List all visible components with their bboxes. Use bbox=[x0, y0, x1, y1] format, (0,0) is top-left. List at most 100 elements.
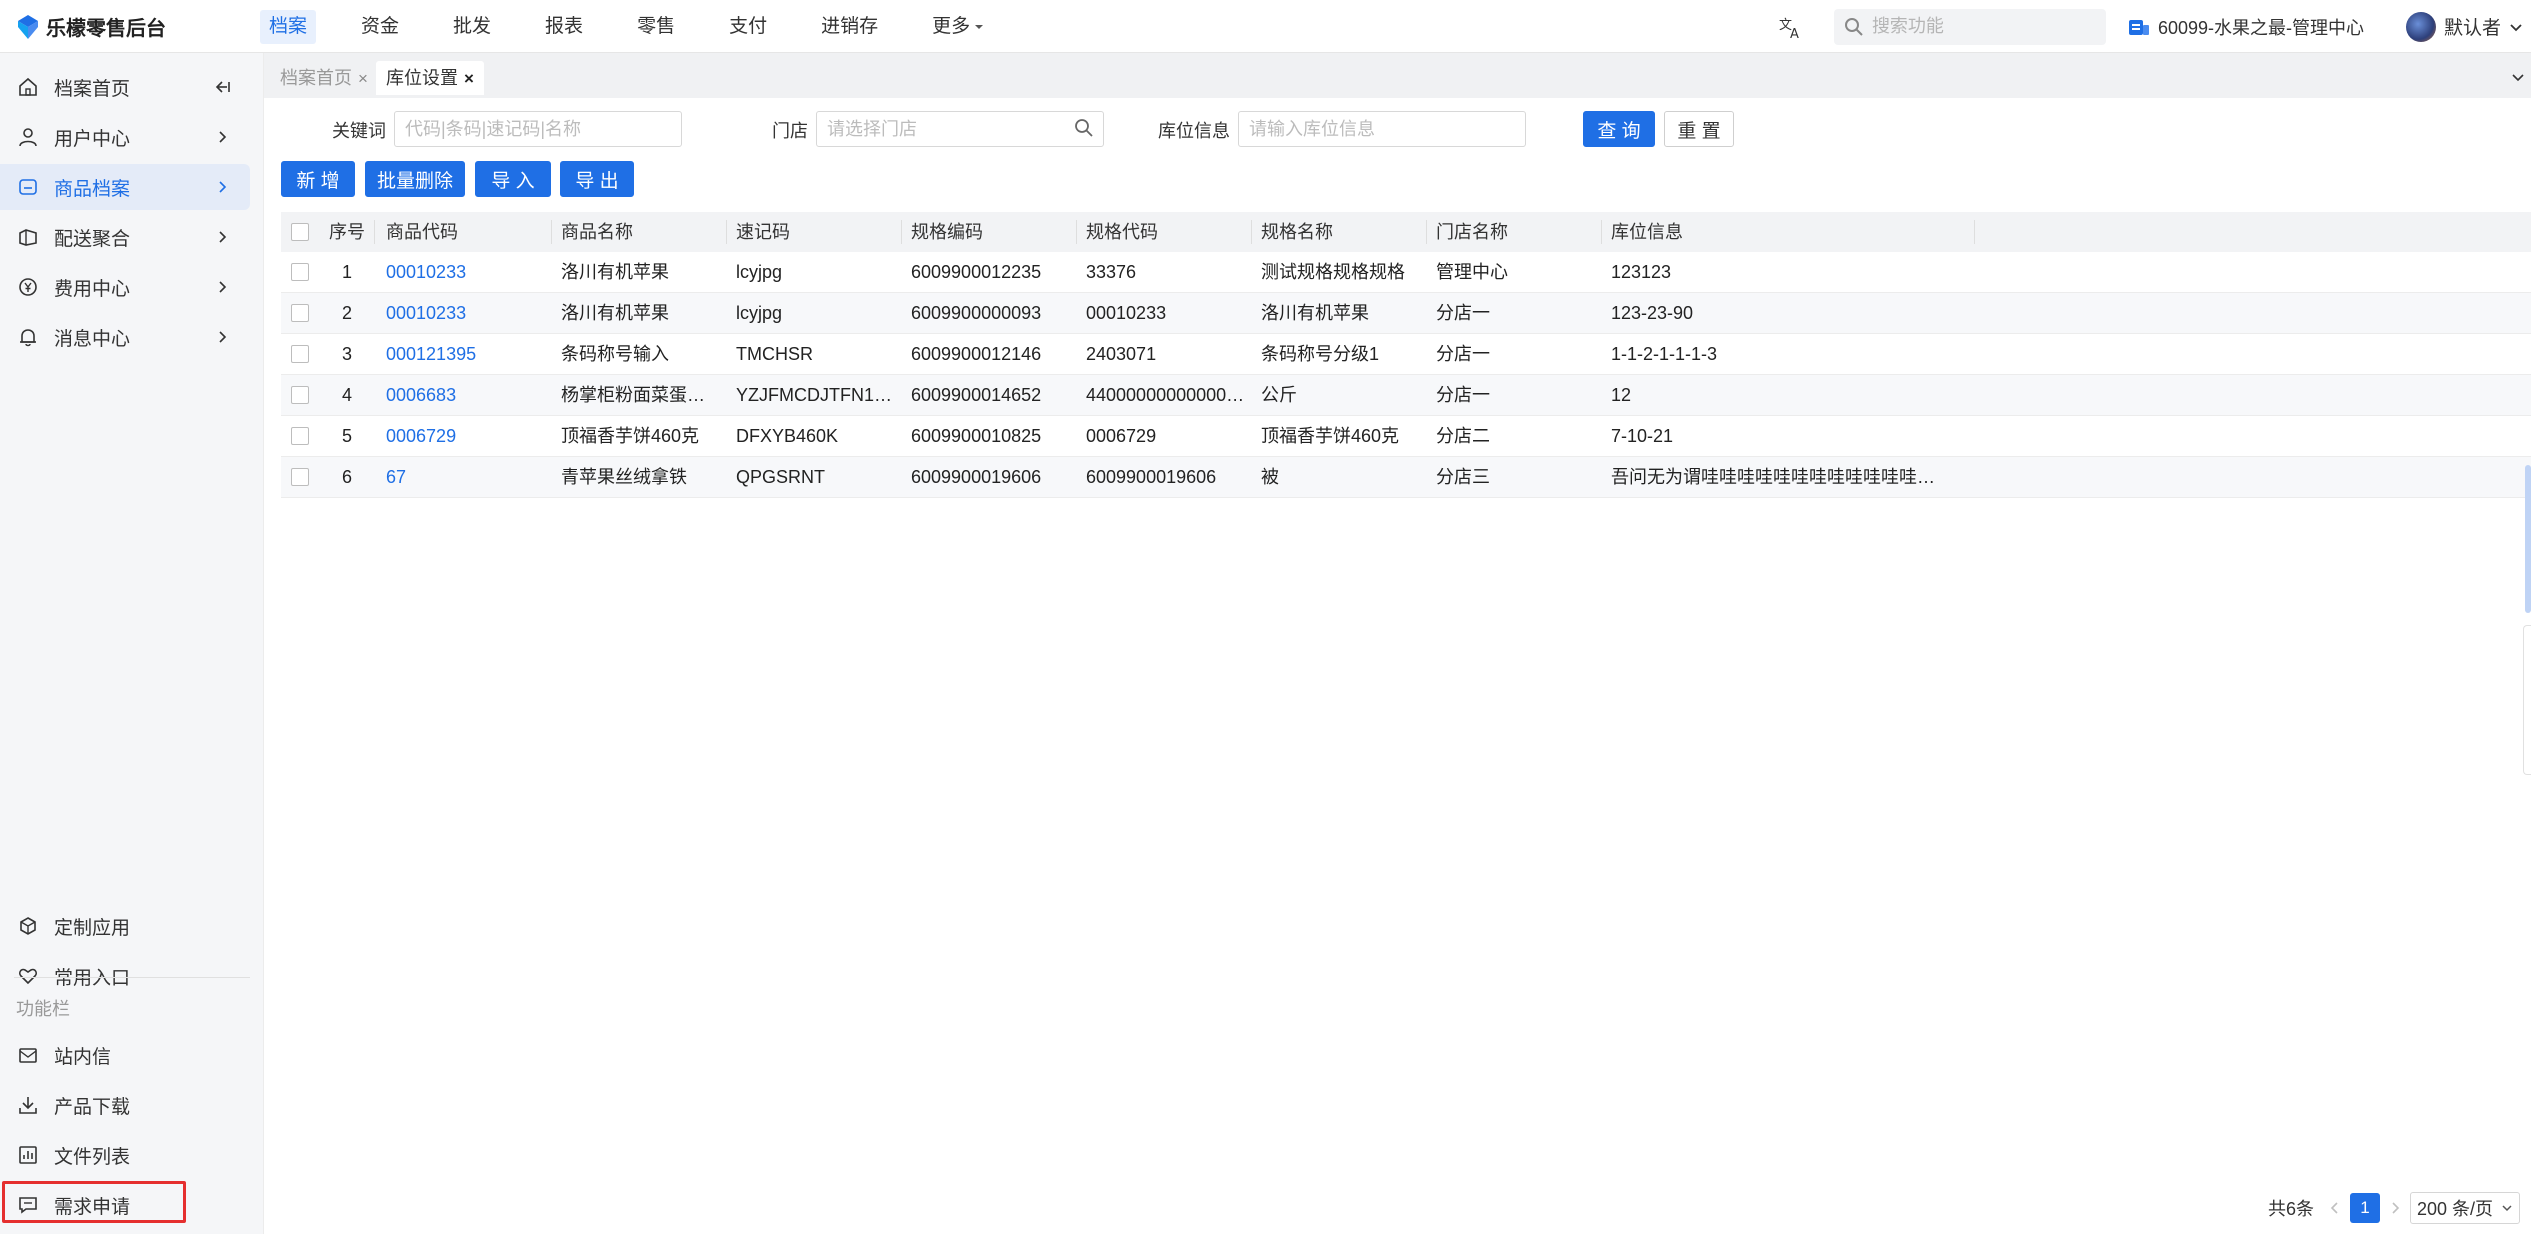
next-page-icon[interactable] bbox=[2388, 1201, 2402, 1215]
export-button[interactable]: 导 出 bbox=[560, 161, 634, 197]
cell-index: 6 bbox=[341, 467, 352, 487]
bell-icon bbox=[18, 327, 38, 347]
store-selector[interactable]: 60099-水果之最-管理中心 bbox=[2128, 14, 2364, 40]
select-all-checkbox[interactable] bbox=[291, 223, 309, 241]
chevron-right-icon bbox=[212, 177, 232, 197]
nav-wholesale[interactable]: 批发 bbox=[444, 10, 500, 44]
nav-more[interactable]: 更多 bbox=[923, 10, 994, 44]
column-divider bbox=[1426, 220, 1427, 244]
column-divider bbox=[551, 220, 552, 244]
sidebar-item-request[interactable]: 需求申请 bbox=[0, 1182, 250, 1228]
row-checkbox[interactable] bbox=[291, 345, 309, 363]
cell-spec-name: 测试规格规格规格 bbox=[1261, 262, 1405, 282]
nav-payment[interactable]: 支付 bbox=[720, 10, 776, 44]
sidebar-item-archive-home[interactable]: 档案首页 bbox=[0, 64, 250, 110]
column-header: 规格名称 bbox=[1261, 222, 1333, 242]
column-divider bbox=[1974, 220, 1975, 244]
nav-archive[interactable]: 档案 bbox=[260, 10, 317, 44]
table-row[interactable]: 6 67 青苹果丝绒拿铁 QPGSRNT 6009900019606 60099… bbox=[281, 457, 2531, 498]
column-divider bbox=[1076, 220, 1077, 244]
nav-retail[interactable]: 零售 bbox=[628, 10, 684, 44]
sidebar-item-custom-apps[interactable]: 定制应用 bbox=[0, 903, 250, 949]
nav-inventory[interactable]: 进销存 bbox=[812, 10, 887, 44]
sidebar-item-label: 档案首页 bbox=[54, 78, 131, 100]
yen-icon bbox=[18, 277, 38, 297]
batch-delete-button[interactable]: 批量删除 bbox=[365, 161, 465, 197]
prev-page-icon[interactable] bbox=[2328, 1201, 2342, 1215]
sidebar-item-inbox[interactable]: 站内信 bbox=[0, 1032, 250, 1078]
column-header: 规格编码 bbox=[911, 222, 983, 242]
column-divider bbox=[374, 220, 375, 244]
page-size-select[interactable]: 200 条/页 bbox=[2410, 1192, 2521, 1224]
cell-spec-barcode: 6009900010825 bbox=[911, 426, 1042, 446]
cell-product-code[interactable]: 0006729 bbox=[386, 416, 546, 456]
tab-location-settings[interactable]: 库位设置 × bbox=[376, 61, 484, 95]
nav-reports[interactable]: 报表 bbox=[536, 10, 592, 44]
query-button[interactable]: 查 询 bbox=[1583, 111, 1655, 147]
cell-product-name: 顶福香芋饼460克 bbox=[561, 426, 700, 446]
tab-archive-home[interactable]: 档案首页 × bbox=[270, 61, 378, 95]
cell-spec-name: 被 bbox=[1261, 467, 1279, 487]
search-icon[interactable] bbox=[1074, 118, 1094, 138]
close-icon[interactable]: × bbox=[358, 69, 368, 88]
table-row[interactable]: 4 0006683 杨掌柜粉面菜蛋… YZJFMCDJTFN1… 6009900… bbox=[281, 375, 2531, 416]
cell-spec-name: 顶福香芋饼460克 bbox=[1261, 426, 1400, 446]
sidebar-item-file-list[interactable]: 文件列表 bbox=[0, 1132, 250, 1178]
vertical-scrollbar[interactable] bbox=[2525, 465, 2531, 613]
sidebar-item-user-center[interactable]: 用户中心 bbox=[0, 114, 250, 160]
location-label: 库位信息 bbox=[1158, 121, 1230, 141]
cell-product-code[interactable]: 000121395 bbox=[386, 334, 546, 374]
cell-index: 3 bbox=[341, 344, 352, 364]
function-search[interactable] bbox=[1833, 8, 2106, 45]
sidebar-item-delivery[interactable]: 配送聚合 bbox=[0, 214, 250, 260]
side-panel-handle[interactable] bbox=[2523, 625, 2531, 775]
cell-product-code[interactable]: 0006683 bbox=[386, 375, 546, 415]
sidebar-item-message-center[interactable]: 消息中心 bbox=[0, 314, 250, 360]
import-button[interactable]: 导 入 bbox=[475, 161, 551, 197]
table-row[interactable]: 5 0006729 顶福香芋饼460克 DFXYB460K 6009900010… bbox=[281, 416, 2531, 457]
cell-location: 123-23-90 bbox=[1611, 303, 1694, 323]
location-input[interactable] bbox=[1238, 111, 1526, 147]
search-input[interactable] bbox=[1871, 16, 2092, 37]
column-divider bbox=[1251, 220, 1252, 244]
sidebar-item-fee-center[interactable]: 费用中心 bbox=[0, 264, 250, 310]
collapse-icon[interactable] bbox=[212, 77, 232, 97]
sidebar-item-label: 文件列表 bbox=[54, 1146, 131, 1168]
sidebar-item-product-download[interactable]: 产品下载 bbox=[0, 1082, 250, 1128]
cell-product-code[interactable]: 67 bbox=[386, 457, 546, 497]
translate-icon[interactable]: 文A bbox=[1776, 12, 1806, 42]
add-button[interactable]: 新 增 bbox=[281, 161, 355, 197]
cell-store-name: 分店一 bbox=[1436, 303, 1490, 323]
row-checkbox[interactable] bbox=[291, 427, 309, 445]
cell-product-code[interactable]: 00010233 bbox=[386, 252, 546, 292]
cell-shortcode: DFXYB460K bbox=[736, 426, 839, 446]
nav-funds[interactable]: 资金 bbox=[352, 10, 408, 44]
user-menu[interactable]: 默认者 bbox=[2405, 11, 2523, 42]
table-row[interactable]: 1 00010233 洛川有机苹果 lcyjpg 6009900012235 3… bbox=[281, 252, 2531, 293]
store-select[interactable] bbox=[816, 111, 1104, 147]
cell-store-name: 分店三 bbox=[1436, 467, 1490, 487]
top-nav: 档案 资金 批发 报表 零售 支付 进销存 更多 bbox=[260, 10, 1030, 44]
reset-button[interactable]: 重 置 bbox=[1664, 111, 1734, 147]
sidebar-item-label: 配送聚合 bbox=[54, 228, 131, 250]
keyword-input[interactable] bbox=[394, 111, 682, 147]
row-checkbox[interactable] bbox=[291, 468, 309, 486]
cell-index: 2 bbox=[341, 303, 352, 323]
row-checkbox[interactable] bbox=[291, 304, 309, 322]
cell-spec-code: 2403071 bbox=[1086, 344, 1157, 364]
cell-product-name: 洛川有机苹果 bbox=[561, 303, 669, 323]
row-checkbox[interactable] bbox=[291, 263, 309, 281]
close-icon[interactable]: × bbox=[464, 69, 474, 88]
table-row[interactable]: 3 000121395 条码称号输入 TMCHSR 6009900012146 … bbox=[281, 334, 2531, 375]
page-number-current[interactable]: 1 bbox=[2350, 1193, 2381, 1223]
cell-shortcode: lcyjpg bbox=[736, 303, 783, 323]
cell-product-code[interactable]: 00010233 bbox=[386, 293, 546, 333]
app-logo[interactable]: 乐檬零售后台 bbox=[16, 12, 166, 41]
cell-spec-code: 00010233 bbox=[1086, 303, 1167, 323]
table-row[interactable]: 2 00010233 洛川有机苹果 lcyjpg 6009900000093 0… bbox=[281, 293, 2531, 334]
sidebar-item-product-archive[interactable]: 商品档案 bbox=[0, 164, 250, 210]
sidebar-item-favorites[interactable]: 常用入口 bbox=[0, 953, 250, 999]
row-checkbox[interactable] bbox=[291, 386, 309, 404]
cell-spec-barcode: 6009900012146 bbox=[911, 344, 1042, 364]
tabs-dropdown-icon[interactable] bbox=[2505, 63, 2531, 91]
